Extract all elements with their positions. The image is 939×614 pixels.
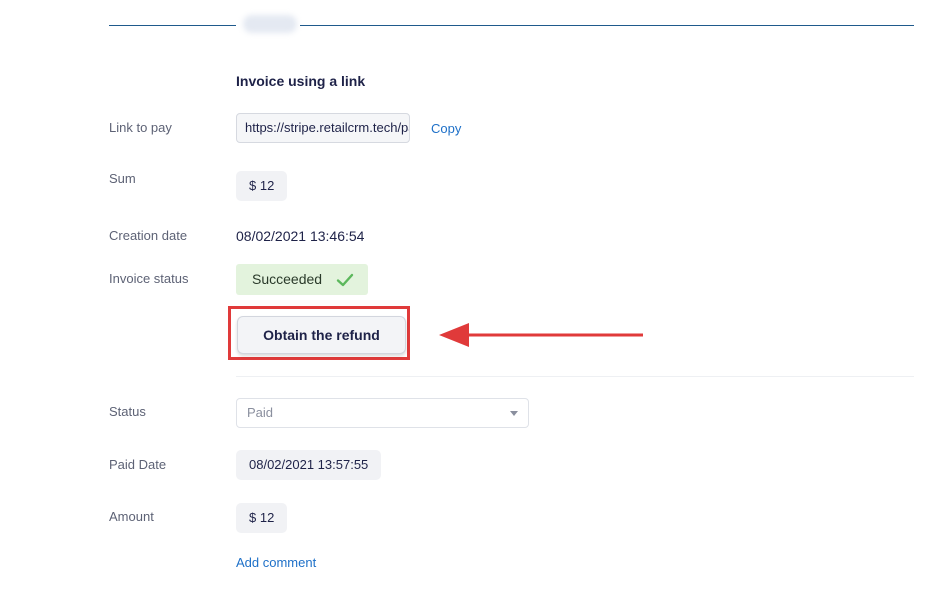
link-to-pay-field[interactable]: https://stripe.retailcrm.tech/pay/inv_1 <box>236 113 410 143</box>
section-title: Invoice using a link <box>236 73 366 89</box>
status-select[interactable]: Paid <box>236 398 529 428</box>
creation-date-label: Creation date <box>109 228 188 243</box>
add-comment-link[interactable]: Add comment <box>236 555 316 570</box>
status-selected-value: Paid <box>247 405 274 420</box>
section-separator <box>236 376 914 377</box>
blurred-tab <box>243 15 297 33</box>
invoice-status-text: Succeeded <box>252 271 323 287</box>
copy-link[interactable]: Copy <box>431 121 461 136</box>
status-label: Status <box>109 404 146 419</box>
amount-value: $ 12 <box>236 503 288 533</box>
link-to-pay-label: Link to pay <box>109 120 172 135</box>
paid-date-label: Paid Date <box>109 457 167 472</box>
sum-label: Sum <box>109 171 136 186</box>
top-divider-left <box>109 25 236 26</box>
amount-label: Amount <box>109 509 154 524</box>
red-arrow-icon <box>439 323 643 347</box>
invoice-status-label: Invoice status <box>109 271 189 286</box>
creation-date-value: 08/02/2021 13:46:54 <box>236 228 365 244</box>
obtain-refund-button[interactable]: Obtain the refund <box>237 316 406 354</box>
chevron-down-icon <box>510 411 518 416</box>
top-divider-right <box>300 25 914 26</box>
check-icon <box>336 273 354 287</box>
sum-value: $ 12 <box>236 171 288 201</box>
invoice-status-badge: Succeeded <box>236 264 368 295</box>
paid-date-value: 08/02/2021 13:57:55 <box>236 450 382 480</box>
